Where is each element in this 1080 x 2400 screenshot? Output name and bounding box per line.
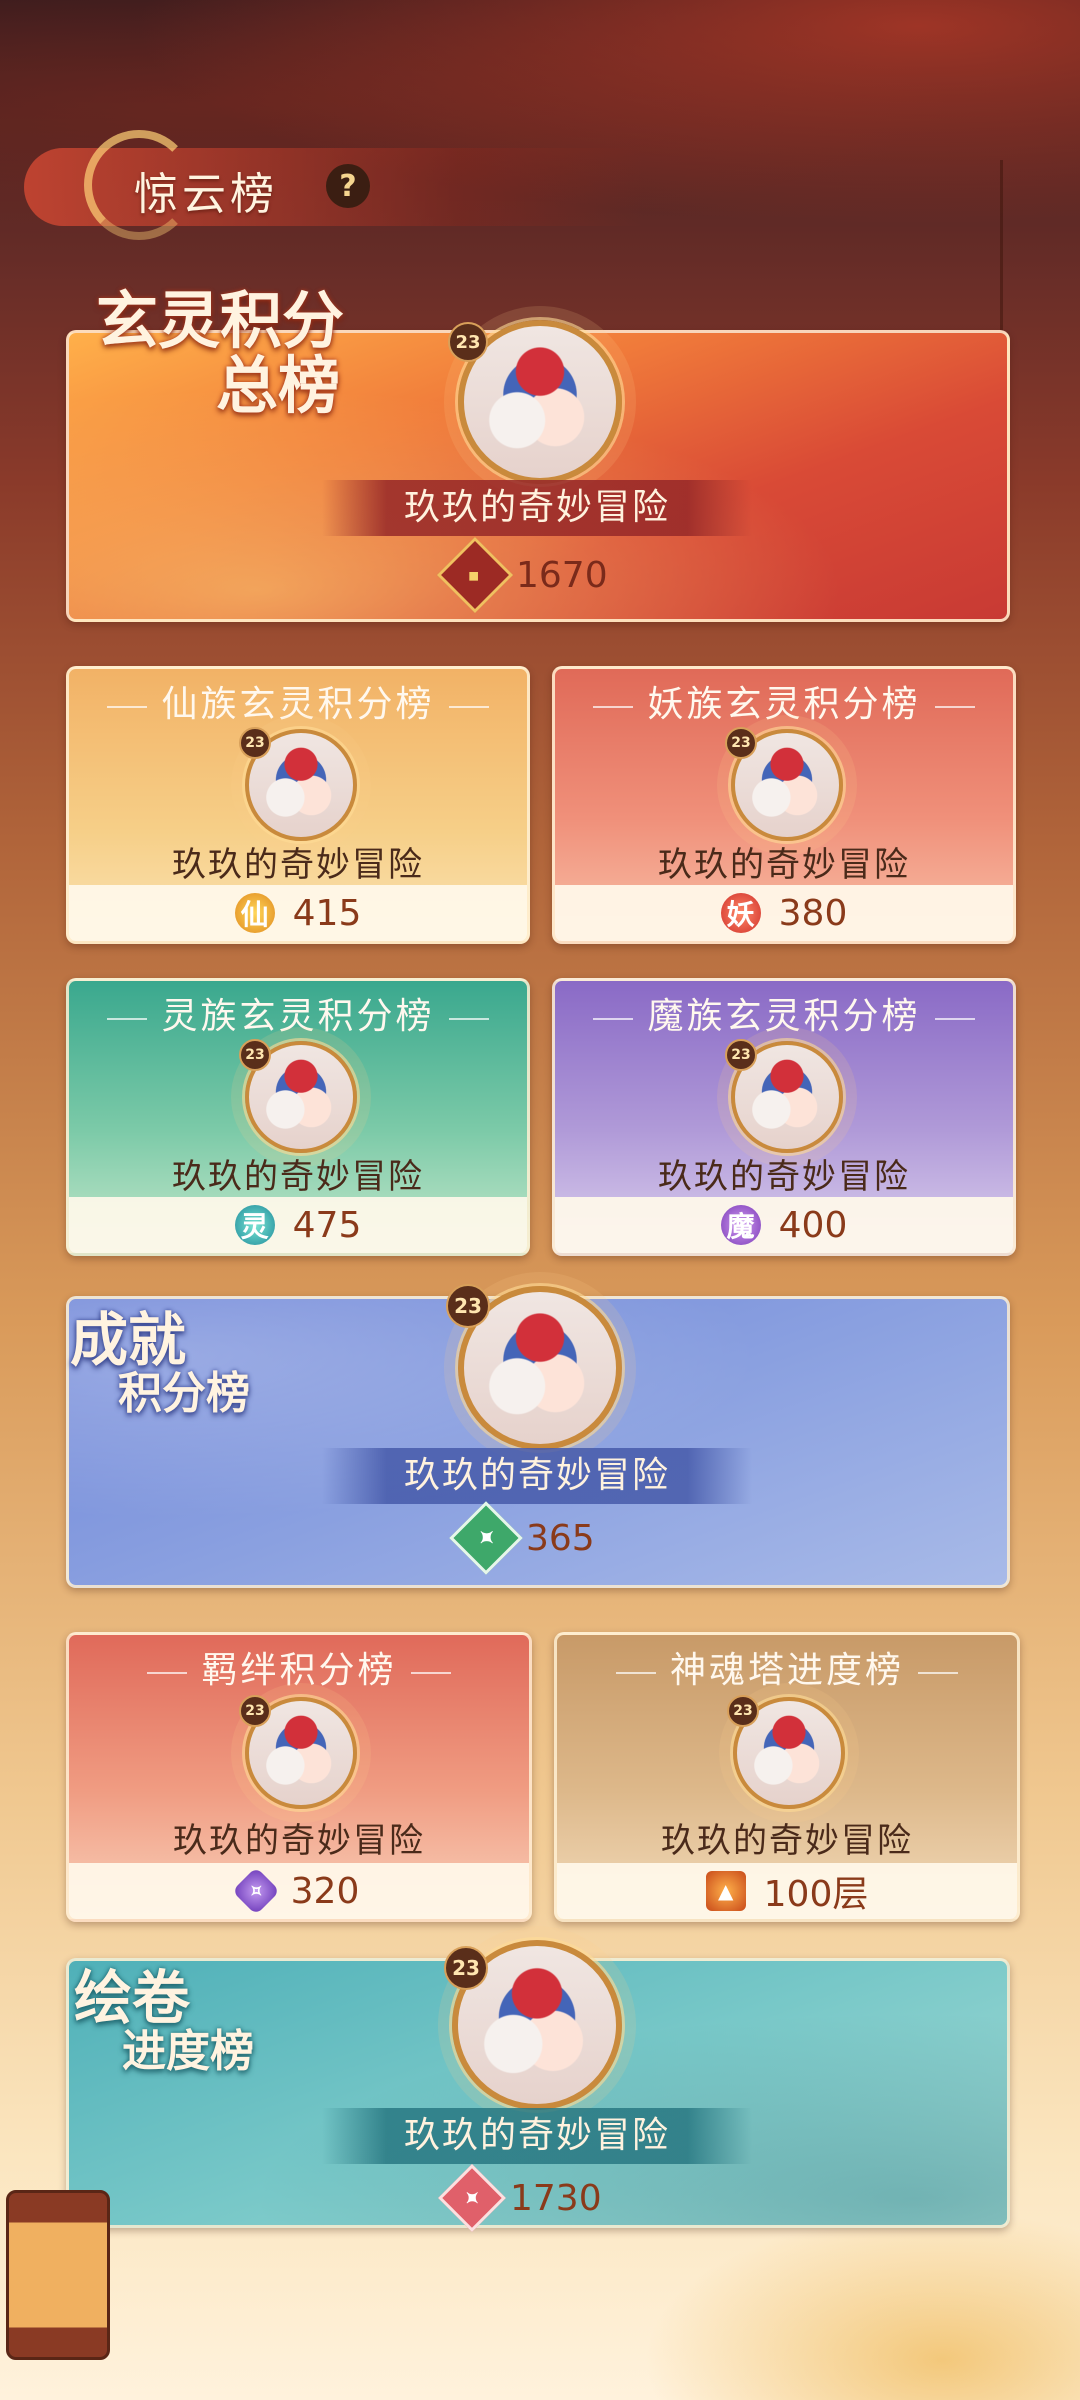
tower-board-level-badge: 23	[727, 1695, 759, 1727]
mo-board-title: 魔族玄灵积分榜	[555, 987, 1013, 1039]
ling-board-level-badge: 23	[239, 1039, 271, 1071]
main-board-title-line2: 总榜	[216, 349, 341, 423]
yao-board-score: 380	[778, 892, 848, 934]
immortal-board-title: 仙族玄灵积分榜	[69, 675, 527, 727]
immortal-board-level-badge: 23	[239, 727, 271, 759]
achievement-board-score-row: ✦ 365	[449, 1501, 595, 1575]
scroll-board-score: 1730	[510, 2177, 602, 2219]
scroll-board-level-badge: 23	[444, 1946, 488, 1990]
immortal-board-player-name: 玖玖的奇妙冒险	[172, 845, 424, 885]
bond-board-title: 羁绊积分榜	[69, 1641, 529, 1693]
ling-board-title: 灵族玄灵积分榜	[69, 987, 527, 1039]
tower-icon: ▲	[705, 1871, 746, 1911]
mo-board-score-bar: 魔 400	[555, 1197, 1013, 1253]
mo-board-card[interactable]: 魔族玄灵积分榜 23 玖玖的奇妙冒险 魔 400	[552, 978, 1016, 1256]
bond-crystal-icon: ✧	[231, 1866, 280, 1916]
main-board-score: 1670	[516, 554, 608, 596]
achievement-board-player-name[interactable]: 玖玖的奇妙冒险	[322, 1448, 752, 1504]
scroll-token-icon: ✦	[438, 2164, 506, 2232]
mo-board-level-badge: 23	[725, 1039, 757, 1071]
achievement-board-level-badge: 23	[446, 1284, 490, 1328]
achievement-board-title: 成就 积分榜	[70, 1310, 250, 1417]
yao-board-card[interactable]: 妖族玄灵积分榜 23 玖玖的奇妙冒险 妖 380	[552, 666, 1016, 944]
ling-board-score: 475	[292, 1204, 362, 1246]
mo-board-player-name: 玖玖的奇妙冒险	[658, 1157, 910, 1197]
achievement-board-score: 365	[526, 1517, 595, 1559]
achievement-board-title-line2: 积分榜	[118, 1367, 250, 1419]
achievement-token-icon: ✦	[449, 1501, 523, 1575]
scroll-board-title: 绘卷 进度榜	[74, 1968, 254, 2075]
page-header: 惊云榜 ?	[24, 130, 644, 240]
mo-board-score: 400	[778, 1204, 848, 1246]
ling-board-score-bar: 灵 475	[69, 1197, 527, 1253]
ling-faction-icon: 灵	[234, 1205, 275, 1245]
tower-board-score: 100层	[763, 1874, 869, 1915]
immortal-board-score: 415	[292, 892, 362, 934]
scroll-board-title-line2: 进度榜	[122, 2025, 254, 2077]
scroll-board-player-name[interactable]: 玖玖的奇妙冒险	[322, 2108, 752, 2164]
cloud-decoration	[620, 2200, 1080, 2400]
yao-board-score-bar: 妖 380	[555, 885, 1013, 941]
yao-faction-icon: 妖	[720, 893, 761, 933]
mo-faction-icon: 魔	[720, 1205, 761, 1245]
bond-board-score-bar: ✧ 320	[69, 1863, 529, 1919]
bond-board-level-badge: 23	[239, 1695, 271, 1727]
floating-menu-lantern-icon[interactable]	[6, 2190, 110, 2360]
tower-board-card[interactable]: 神魂塔进度榜 23 玖玖的奇妙冒险 ▲ 100层	[554, 1632, 1020, 1922]
bond-board-score: 320	[290, 1870, 360, 1912]
sword-token-icon: ◆	[436, 536, 514, 614]
tower-board-score-bar: ▲ 100层	[557, 1863, 1017, 1919]
immortal-board-card[interactable]: 仙族玄灵积分榜 23 玖玖的奇妙冒险 仙 415	[66, 666, 530, 944]
main-board-player-name[interactable]: 玖玖的奇妙冒险	[322, 480, 752, 536]
yao-board-level-badge: 23	[725, 727, 757, 759]
immortal-board-score-bar: 仙 415	[69, 885, 527, 941]
main-board-level-badge: 23	[448, 322, 488, 362]
achievement-board-title-line1: 成就	[70, 1306, 187, 1374]
page-title: 惊云榜	[134, 169, 278, 220]
scroll-board-score-row: ✦ 1730	[438, 2164, 602, 2232]
yao-board-title: 妖族玄灵积分榜	[555, 675, 1013, 727]
help-icon[interactable]: ?	[326, 164, 370, 208]
tower-board-title: 神魂塔进度榜	[557, 1641, 1017, 1693]
bond-board-player-name: 玖玖的奇妙冒险	[173, 1821, 425, 1861]
ling-board-card[interactable]: 灵族玄灵积分榜 23 玖玖的奇妙冒险 灵 475	[66, 978, 530, 1256]
main-board-title: 玄灵积分 总榜	[96, 288, 344, 418]
main-board-score-row: ◆ 1670	[436, 536, 608, 614]
bond-board-card[interactable]: 羁绊积分榜 23 玖玖的奇妙冒险 ✧ 320	[66, 1632, 532, 1922]
yao-board-player-name: 玖玖的奇妙冒险	[658, 845, 910, 885]
immortal-faction-icon: 仙	[234, 893, 275, 933]
scroll-board-title-line1: 绘卷	[74, 1964, 191, 2032]
ling-board-player-name: 玖玖的奇妙冒险	[172, 1157, 424, 1197]
tower-board-player-name: 玖玖的奇妙冒险	[661, 1821, 913, 1861]
main-board-title-line1: 玄灵积分	[96, 284, 345, 357]
